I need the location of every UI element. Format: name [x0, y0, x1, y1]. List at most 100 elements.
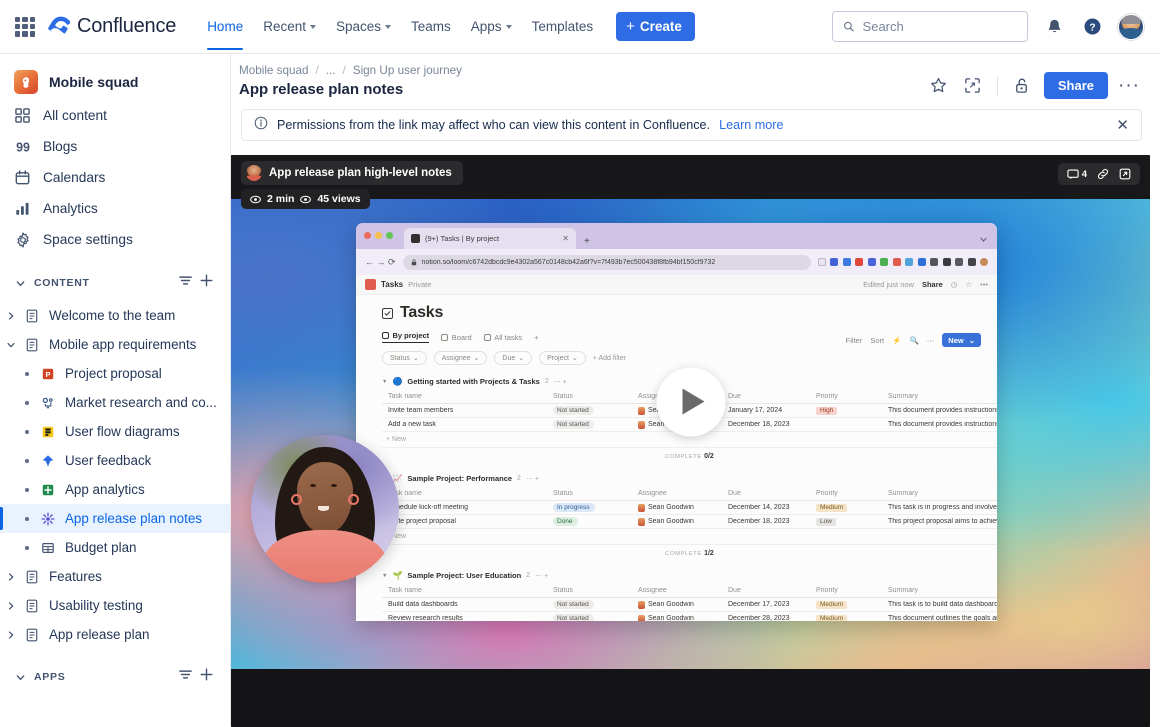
table-row[interactable]: Build data dashboards Not started Sean G…: [382, 598, 997, 612]
notion-tab-add[interactable]: +: [534, 333, 538, 342]
nav-link-templates[interactable]: Templates: [523, 13, 603, 40]
more-icon[interactable]: •••: [980, 280, 988, 289]
copy-link-button[interactable]: [1097, 168, 1109, 180]
toolbar-sort[interactable]: Sort: [870, 336, 884, 345]
star-icon[interactable]: ☆: [965, 280, 972, 289]
content-section-actions: [178, 273, 220, 293]
group-more-icon[interactable]: ⋯ +: [535, 572, 548, 580]
browser-extensions[interactable]: [818, 258, 989, 266]
play-button[interactable]: [656, 367, 725, 436]
user-avatar[interactable]: [1118, 14, 1144, 40]
more-icon[interactable]: ⋯: [927, 336, 935, 345]
confluence-logo[interactable]: Confluence: [48, 15, 176, 38]
clock-icon[interactable]: ◷: [951, 280, 958, 289]
url-input[interactable]: notion.so/loom/c6742dbcdc9e4302a567c0148…: [403, 255, 811, 270]
breadcrumb-item-ellipsis[interactable]: ...: [326, 64, 336, 77]
add-filter-button[interactable]: + Add filter: [593, 355, 626, 362]
notion-tab-by-project[interactable]: By project: [382, 331, 429, 343]
nav-link-recent[interactable]: Recent: [254, 13, 325, 40]
loom-video-player[interactable]: (9+) Tasks | By project ✕ + ← → ⟳: [231, 155, 1150, 727]
group-more-icon[interactable]: ⋯ +: [526, 475, 539, 483]
comment-button[interactable]: 4: [1067, 169, 1087, 180]
tree-row[interactable]: User feedback: [0, 446, 230, 475]
tab-close-icon[interactable]: ✕: [562, 234, 569, 243]
learn-more-link[interactable]: Learn more: [719, 118, 783, 132]
table-row[interactable]: Schedule kick-off meeting In progress Se…: [382, 501, 997, 515]
chevron-down-icon[interactable]: [979, 231, 988, 249]
unlock-icon[interactable]: [1010, 74, 1034, 98]
tree-row[interactable]: Budget plan: [0, 533, 230, 562]
search-icon[interactable]: 🔍: [909, 336, 918, 345]
star-icon[interactable]: [927, 74, 951, 98]
notion-tab-board[interactable]: Board: [441, 333, 472, 342]
tree-row[interactable]: Mobile app requirements: [0, 330, 230, 359]
chevron-down-icon[interactable]: [0, 340, 22, 350]
chevron-right-icon[interactable]: [0, 572, 22, 582]
add-row-button[interactable]: + New: [382, 529, 997, 545]
browser-tab[interactable]: (9+) Tasks | By project ✕: [404, 228, 576, 249]
sidebar-item-space-settings[interactable]: Space settings: [0, 224, 230, 255]
sidebar-item-analytics[interactable]: Analytics: [0, 193, 230, 224]
close-icon[interactable]: ✕: [1116, 118, 1129, 133]
tree-row[interactable]: Market research and co...: [0, 388, 230, 417]
space-header[interactable]: Mobile squad: [0, 64, 230, 100]
sidebar-item-blogs[interactable]: 99 Blogs: [0, 131, 230, 162]
nav-link-home[interactable]: Home: [198, 13, 252, 40]
filter-icon[interactable]: [178, 273, 193, 293]
nav-link-spaces[interactable]: Spaces: [327, 13, 400, 40]
share-button[interactable]: Share: [1044, 72, 1108, 99]
tree-row[interactable]: P Project proposal: [0, 359, 230, 388]
tree-row[interactable]: App release plan: [0, 620, 230, 649]
notion-new-button[interactable]: New ⌄: [942, 333, 981, 347]
toolbar-filter[interactable]: Filter: [846, 336, 863, 345]
focus-icon[interactable]: [961, 74, 985, 98]
group-more-icon[interactable]: ⋯ +: [554, 378, 567, 386]
app-switcher-icon[interactable]: [12, 14, 38, 40]
notion-tab-all-tasks[interactable]: All tasks: [484, 333, 522, 342]
chevron-right-icon[interactable]: [0, 311, 22, 321]
create-button[interactable]: + Create: [616, 12, 695, 41]
breadcrumb-item-parent[interactable]: Sign Up user journey: [353, 64, 462, 77]
tree-row[interactable]: Welcome to the team: [0, 301, 230, 330]
chevron-right-icon[interactable]: [0, 630, 22, 640]
video-title-chip[interactable]: App release plan high-level notes: [241, 161, 463, 185]
notion-share-button[interactable]: Share: [922, 280, 943, 289]
tree-row[interactable]: Features: [0, 562, 230, 591]
add-content-icon[interactable]: [199, 273, 214, 293]
table-row[interactable]: Write project proposal Done Sean Goodwin…: [382, 515, 997, 529]
tree-row-app-release-plan-notes[interactable]: App release plan notes: [0, 504, 230, 533]
bullet-marker: [16, 372, 38, 376]
filter-project[interactable]: Project ⌄: [539, 351, 586, 365]
filter-due[interactable]: Due ⌄: [494, 351, 532, 365]
group-header[interactable]: ▼ 🌱 Sample Project: User Education 2 ⋯ +: [382, 566, 997, 584]
chevron-right-icon[interactable]: [0, 601, 22, 611]
nav-label-spaces: Spaces: [336, 19, 381, 34]
sidebar-item-all-content[interactable]: All content: [0, 100, 230, 131]
table-row[interactable]: Review research results Not started Sean…: [382, 612, 997, 621]
search-box[interactable]: [832, 11, 1028, 42]
group-header[interactable]: ▼ 📈 Sample Project: Performance 2 ⋯ +: [382, 469, 997, 487]
sidebar-item-calendars[interactable]: Calendars: [0, 162, 230, 193]
tree-row[interactable]: App analytics: [0, 475, 230, 504]
tree-row[interactable]: Usability testing: [0, 591, 230, 620]
lightning-icon[interactable]: ⚡: [892, 336, 901, 345]
filter-status[interactable]: Status ⌄: [382, 351, 427, 365]
tree-row[interactable]: User flow diagrams: [0, 417, 230, 446]
apps-collapse-toggle[interactable]: [10, 667, 30, 687]
search-input[interactable]: [863, 19, 1017, 34]
breadcrumb-item-space[interactable]: Mobile squad: [239, 64, 309, 77]
notion-logo-icon: [365, 279, 376, 290]
column-status: Status: [547, 393, 632, 400]
nav-link-teams[interactable]: Teams: [402, 13, 460, 40]
new-tab-icon[interactable]: +: [584, 236, 590, 249]
notifications-bell-button[interactable]: [1042, 15, 1066, 39]
more-actions-button[interactable]: ···: [1118, 81, 1140, 91]
filter-assignee[interactable]: Assignee ⌄: [434, 351, 488, 365]
filter-icon[interactable]: [178, 667, 193, 687]
content-collapse-toggle[interactable]: [10, 273, 30, 293]
open-external-button[interactable]: [1119, 168, 1131, 180]
browser-nav-buttons[interactable]: ← → ⟳: [365, 257, 396, 268]
nav-link-apps[interactable]: Apps: [462, 13, 521, 40]
help-button[interactable]: ?: [1080, 15, 1104, 39]
add-app-icon[interactable]: [199, 667, 214, 687]
